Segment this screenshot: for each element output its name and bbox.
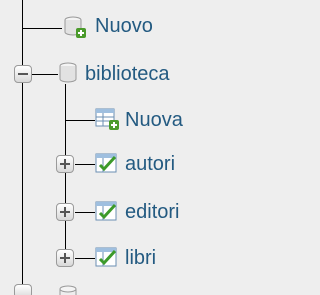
tree-item-editori[interactable]: editori bbox=[125, 192, 179, 232]
expand-editori-button[interactable] bbox=[56, 203, 74, 221]
tree-connector-editori bbox=[75, 212, 95, 213]
tree-connector-autori bbox=[75, 164, 95, 165]
expand-autori-button[interactable] bbox=[56, 155, 74, 173]
tree-item-nuovo[interactable]: Nuovo bbox=[95, 6, 153, 46]
collapse-biblioteca-button[interactable] bbox=[14, 65, 32, 83]
expand-next-button[interactable] bbox=[14, 284, 32, 295]
tree-item-label[interactable]: biblioteca bbox=[85, 62, 170, 86]
database-new-icon[interactable] bbox=[62, 15, 88, 39]
expand-libri-button[interactable] bbox=[56, 249, 74, 267]
database-icon[interactable] bbox=[58, 284, 80, 295]
tree-item-libri[interactable]: libri bbox=[125, 238, 156, 278]
tree-item-label[interactable]: Nuova bbox=[125, 108, 183, 132]
tree-item-nuova[interactable]: Nuova bbox=[125, 100, 183, 140]
tree-item-autori[interactable]: autori bbox=[125, 144, 175, 184]
tree-item-label[interactable]: editori bbox=[125, 200, 179, 224]
tree-connector-libri bbox=[75, 258, 95, 259]
tree-connector-nuova bbox=[65, 120, 95, 121]
table-icon[interactable] bbox=[95, 246, 119, 270]
tree-item-cut-off[interactable] bbox=[0, 282, 317, 295]
minus-icon bbox=[18, 73, 28, 75]
tree-item-label[interactable]: autori bbox=[125, 152, 175, 176]
tree-connector-root bbox=[22, 0, 23, 295]
tree-item-label[interactable]: libri bbox=[125, 246, 156, 270]
table-icon[interactable] bbox=[95, 200, 119, 224]
tree-item-label[interactable]: Nuovo bbox=[95, 14, 153, 38]
tree-item-biblioteca[interactable]: biblioteca bbox=[85, 54, 170, 94]
tree-connector-biblioteca bbox=[32, 74, 58, 75]
table-icon[interactable] bbox=[95, 152, 119, 176]
navigation-tree: Nuovo biblioteca Nuova autori editori li… bbox=[0, 0, 317, 295]
table-new-icon[interactable] bbox=[95, 107, 121, 131]
tree-connector-nuovo bbox=[22, 28, 62, 29]
database-icon[interactable] bbox=[58, 61, 80, 85]
